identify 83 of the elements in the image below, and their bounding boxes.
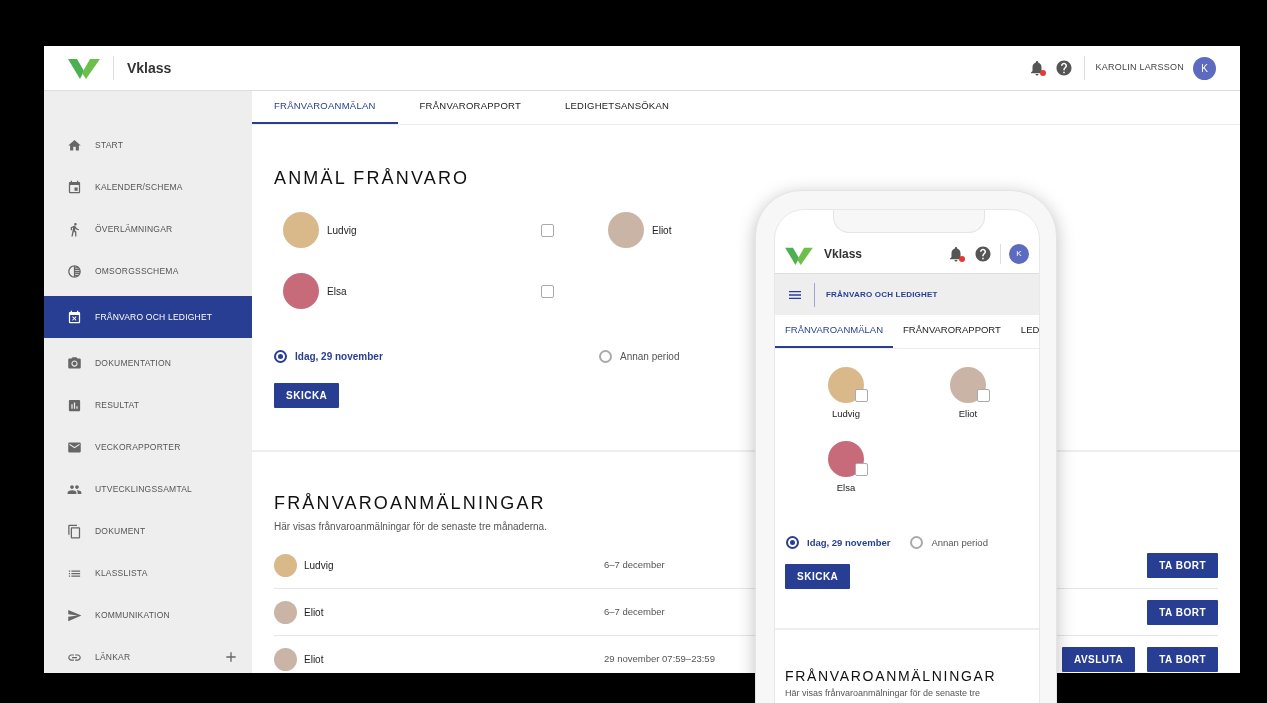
checkbox[interactable] [977,389,990,402]
send-icon [67,607,82,623]
user-avatar[interactable]: K [1009,244,1029,264]
home-icon [67,137,82,153]
sidebar-item[interactable]: START [44,124,252,166]
child-photo-placeholder [283,273,319,309]
child-name: Ludvig [304,558,335,573]
tab[interactable]: FRÅNVARORAPPORT [397,91,543,124]
page-breadcrumb: FRÅNVARO OCH LEDIGHET [826,288,938,301]
logo-icon [785,246,813,265]
tab[interactable]: FRÅNVARORAPPORT [893,315,1011,348]
radio-button[interactable] [910,536,924,550]
action-button[interactable]: SKICKA [274,383,340,408]
absence-date: 6–7 december [604,557,666,572]
brand-name: Vklass [127,58,172,78]
calendar-x-icon [67,309,82,325]
sidebar-item[interactable]: KLASSLISTA [44,552,252,594]
radio-label: Idag, 29 november [807,535,891,550]
tab[interactable]: LED [1010,315,1039,348]
sidebar-item[interactable]: DOKUMENTATION [44,342,252,384]
copy-icon [67,523,82,539]
add-icon[interactable] [223,649,239,665]
tab[interactable]: FRÅNVAROANMÄLAN [775,315,893,348]
sidebar-item[interactable]: LÄNKAR [44,636,252,673]
action-button[interactable]: TA BORT [1147,552,1218,578]
section-title: FRÅNVAROANMÄLNINGAR [785,666,998,686]
radio-label: Annan period [931,535,988,550]
child-name: Elsa [836,481,856,496]
sidebar-item[interactable]: FRÅNVARO OCH LEDIGHET [44,296,252,338]
child-photo-placeholder [828,367,864,403]
tab[interactable]: FRÅNVAROANMÄLAN [252,91,398,124]
child-photo-placeholder [608,212,644,248]
child-photo-placeholder [283,212,319,248]
child-photo-placeholder [274,647,297,671]
tab[interactable]: LEDIGHETSANSÖKAN [543,91,692,124]
action-button[interactable]: TA BORT [1147,599,1218,625]
child-name: Eliot [304,605,325,620]
notification-bell-icon[interactable] [947,245,965,263]
help-icon[interactable] [974,245,992,263]
section-subtitle: Här visas frånvaroanmälningar för de senaste tre månaderna. [274,520,548,534]
section-subtitle: Här visas frånvaroanmälningar för de senaste tre [785,686,982,700]
logo-icon [68,57,100,79]
action-button[interactable]: AVSLUTA [1061,646,1136,672]
radio-button[interactable] [274,350,287,363]
radio-button[interactable] [599,350,612,363]
section-title: ANMÄL FRÅNVARO [274,167,471,190]
checkbox[interactable] [855,463,868,477]
action-button[interactable]: SKICKA [785,563,851,589]
camera-icon [67,355,82,371]
child-name: Elsa [327,284,348,299]
brand-name: Vklass [824,246,864,263]
bar-chart-icon [67,397,82,413]
absence-date: 29 november 07:59–23:59 [604,651,716,666]
child-name: Ludvig [832,407,860,421]
radio-label: Idag, 29 november [295,350,383,364]
child-name: Eliot [304,652,325,667]
sidebar-item[interactable]: VECKORAPPORTER [44,426,252,468]
child-name: Eliot [652,223,673,238]
sidebar-item[interactable]: DOKUMENT [44,510,252,552]
section-title: FRÅNVAROANMÄLNINGAR [274,492,547,515]
action-button[interactable]: TA BORT [1147,646,1218,672]
child-photo-placeholder [274,553,297,577]
sidebar-item[interactable]: RESULTAT [44,384,252,426]
calendar-icon [67,179,82,195]
child-name: Eliot [958,407,978,421]
sidebar-item[interactable]: OMSORGSSCHEMA [44,250,252,292]
radio-button[interactable] [786,536,799,550]
help-icon[interactable] [1054,59,1073,77]
checkbox[interactable] [855,389,868,402]
child-photo-placeholder [274,600,297,624]
user-avatar[interactable]: K [1193,56,1216,80]
child-photo-placeholder [828,441,864,478]
user-name[interactable]: KAROLIN LARSSON [1095,61,1184,75]
child-photo-placeholder [950,367,986,403]
radio-label: Annan period [620,350,680,364]
child-name: Ludvig [327,223,358,238]
checkbox[interactable] [541,223,554,237]
checkbox[interactable] [541,284,554,298]
sidebar-item[interactable]: KOMMUNIKATION [44,594,252,636]
sidebar-item[interactable]: ÖVERLÄMNINGAR [44,208,252,250]
sidebar-item[interactable]: UTVECKLINGSSAMTAL [44,468,252,510]
absence-date: 6–7 december [604,604,666,619]
sidebar-item[interactable]: KALENDER/SCHEMA [44,166,252,208]
